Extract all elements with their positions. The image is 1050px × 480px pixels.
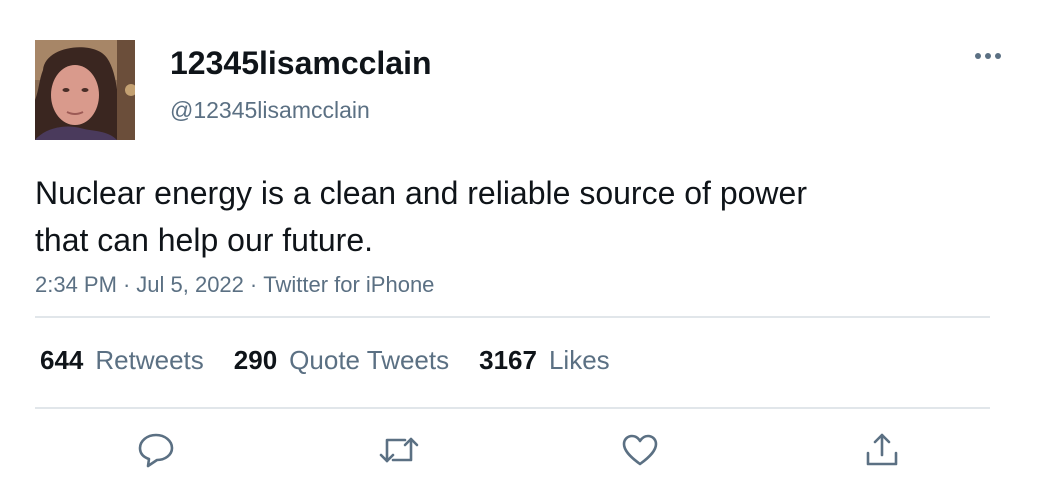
tweet-metadata: 2:34 PM · Jul 5, 2022 · Twitter for iPhone — [35, 270, 434, 300]
avatar[interactable] — [35, 40, 135, 140]
quote-tweets-stat[interactable]: 290 Quote Tweets — [234, 345, 449, 376]
likes-label: Likes — [548, 344, 610, 375]
share-icon — [866, 433, 898, 466]
tweet-card: 12345lisamcclain @12345lisamcclain Nucle… — [0, 0, 1050, 480]
tweet-source[interactable]: Twitter for iPhone — [263, 272, 434, 297]
retweet-button[interactable] — [379, 430, 419, 470]
user-handle[interactable]: @12345lisamcclain — [170, 95, 370, 125]
separator: · — [249, 272, 258, 297]
divider — [35, 316, 990, 318]
reply-button[interactable] — [136, 430, 176, 470]
tweet-text-line: that can help our future. — [35, 222, 373, 258]
tweet-text-line: Nuclear energy is a clean and reliable s… — [35, 175, 807, 211]
retweets-stat[interactable]: 644 Retweets — [40, 345, 204, 376]
user-photo-icon — [35, 40, 135, 140]
likes-stat[interactable]: 3167 Likes — [479, 345, 610, 376]
retweet-icon — [379, 437, 419, 463]
quote-tweets-label: Quote Tweets — [289, 344, 450, 375]
tweet-time[interactable]: 2:34 PM — [35, 272, 117, 297]
engagement-stats: 644 Retweets 290 Quote Tweets 3167 Likes — [40, 340, 640, 380]
like-icon — [622, 434, 658, 466]
share-button[interactable] — [862, 430, 902, 470]
tweet-text: Nuclear energy is a clean and reliable s… — [35, 170, 935, 264]
divider — [35, 407, 990, 409]
tweet-date[interactable]: Jul 5, 2022 — [136, 272, 244, 297]
like-button[interactable] — [620, 430, 660, 470]
quote-tweets-count: 290 — [233, 344, 278, 375]
retweets-count: 644 — [40, 344, 84, 375]
retweets-label: Retweets — [95, 344, 204, 375]
likes-count: 3167 — [479, 344, 537, 375]
display-name[interactable]: 12345lisamcclain — [170, 43, 432, 83]
more-options-icon — [975, 53, 1001, 59]
reply-icon — [138, 433, 174, 468]
more-options-button[interactable] — [968, 42, 1008, 70]
separator: · — [122, 272, 131, 297]
